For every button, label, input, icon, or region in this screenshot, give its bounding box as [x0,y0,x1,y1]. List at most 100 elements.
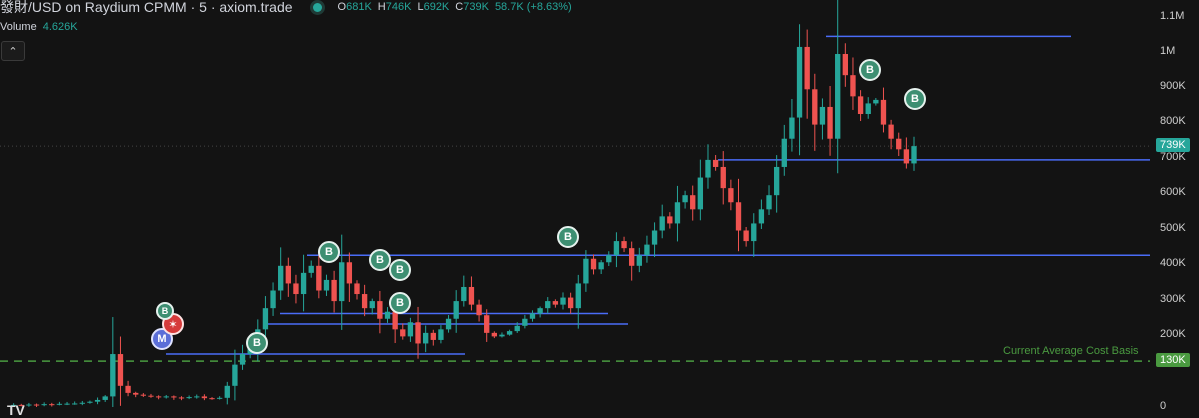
candle-body [308,265,314,273]
chevron-up-icon: ⌃ [8,45,18,58]
candle-body [194,396,200,398]
candle-body [422,332,429,344]
candle-body [293,283,299,295]
buy-marker[interactable]: B [389,292,411,314]
candle-body [659,216,665,231]
candle-body [865,103,871,115]
candle-body [64,403,70,405]
buy-marker[interactable]: B [318,241,340,263]
candle-body [56,403,63,405]
collapse-legend-button[interactable]: ⌃ [1,41,25,61]
chart-header: 發財/USD on Raydium CPMM · 5 · axiom.trade… [0,0,572,17]
candle-body [186,397,192,399]
candle-body [209,398,215,400]
candle-body [377,301,383,319]
y-tick-label: 800K [1160,115,1186,127]
avg-cost-label: Current Average Cost Basis [1003,345,1139,357]
candle-body [125,385,131,393]
candle-body [827,106,833,139]
y-tick-label: 1M [1160,45,1176,57]
buy-marker[interactable]: B [389,259,411,281]
candle-body [682,195,688,203]
candle-body [629,248,635,266]
candle-body [438,329,444,340]
candle-body [285,265,291,284]
y-tick-label: 500K [1160,222,1186,234]
candle-body [178,397,185,399]
candle-body [575,283,581,309]
candle-body [224,385,230,398]
candle-body [400,329,406,337]
candle-body [896,138,902,150]
candle-body [796,46,803,118]
candle-body [41,404,47,406]
candle-body [270,290,276,309]
y-tick-label: 300K [1160,293,1186,305]
candle-body [835,54,841,139]
candle-body [384,311,391,319]
ohlc-open: O681K [337,1,372,13]
candle-body [804,46,810,90]
candle-body [323,279,330,291]
y-tick-label: 0 [1160,400,1167,412]
candle-body [751,223,757,242]
avg-cost-price-tag: 130K [1156,353,1190,367]
candle-body [667,216,673,224]
candle-body [491,332,498,337]
buy-marker[interactable]: B [156,302,174,320]
candle-body [758,209,765,224]
candle-body [79,402,85,404]
candle-body [262,308,269,330]
candle-body [644,244,650,256]
candle-body [239,354,246,365]
tradingview-logo-icon: TV [7,402,25,418]
candle-body [102,396,108,400]
candle-body [850,75,856,97]
candle-body [819,106,826,125]
candle-body [346,262,353,284]
candle-body [590,258,597,270]
volume-value: 4.626K [42,21,78,33]
ohlc-high: H746K [377,1,412,13]
current-price-tag: 739K [1156,138,1190,152]
candle-body [606,255,612,263]
candle-body [674,202,681,224]
candle-body [812,89,818,125]
y-tick-label: 600K [1160,186,1186,198]
buy-marker[interactable]: B [904,88,926,110]
volume-label: Volume [0,21,37,33]
candle-body [529,313,536,319]
buy-marker[interactable]: B [557,226,579,248]
volume-legend: Volume 4.626K [0,21,78,33]
candle-body [300,272,307,295]
candle-body [514,325,520,332]
bell-icon: ✶ [168,318,178,331]
candle-body [537,308,543,314]
buy-marker[interactable]: B [369,249,391,271]
candle-body [110,354,116,397]
candle-body [911,146,917,164]
candle-body [545,301,551,309]
candle-body [735,202,742,231]
candle-body [278,265,284,291]
candle-body [26,404,32,406]
candle-body [773,166,780,196]
candle-body [140,394,147,396]
candle-body [766,195,772,210]
candle-body [415,322,421,344]
candle-body [705,159,711,178]
candle-body [201,396,208,399]
candle-body [354,283,360,295]
ohlc-close: C739K [455,1,489,13]
candle-body [720,166,726,189]
candle-body [392,311,398,330]
symbol-title[interactable]: 發財/USD on Raydium CPMM · 5 · axiom.trade [0,0,293,17]
candle-body [33,404,40,406]
candle-body [232,364,238,386]
candle-body [522,318,528,326]
buy-marker[interactable]: B [246,332,268,354]
candle-body [87,401,93,403]
buy-marker[interactable]: B [859,59,881,81]
candle-body [316,265,322,291]
candle-body [49,404,55,406]
